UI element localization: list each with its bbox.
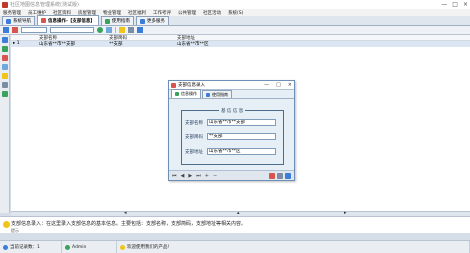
info-hint: 提示: [11, 228, 19, 233]
menu-item[interactable]: 公共管理: [178, 10, 196, 16]
row-number: ▸ 1: [13, 41, 20, 46]
prev-record-button[interactable]: ◀: [181, 173, 185, 179]
tab-info-operation[interactable]: 信息操作: [171, 89, 201, 98]
menu-item[interactable]: 系统(S): [228, 10, 243, 16]
edit-icon: [175, 92, 179, 96]
branch-address-input[interactable]: 山东省**市**区: [207, 148, 276, 155]
help-icon: [104, 18, 110, 24]
tab-info-operation[interactable]: 信息操作-【支部信息】: [37, 15, 99, 25]
first-record-button[interactable]: ⏮: [172, 173, 177, 179]
menu-item[interactable]: 工作考评: [153, 10, 171, 16]
field-label: 支部简码: [185, 134, 203, 140]
close-button[interactable]: ×: [463, 1, 468, 8]
search-input[interactable]: [50, 27, 94, 33]
menu-item[interactable]: 物业管理: [103, 10, 121, 16]
current-user: Admin: [62, 240, 117, 253]
lightbulb-icon: [3, 221, 10, 228]
field-branch-code: 支部简码 **支部: [185, 133, 276, 140]
smile-icon: [120, 244, 125, 250]
menu-item[interactable]: 社区活动: [203, 10, 221, 16]
dialog-icon: [171, 82, 176, 88]
window-title: 社区地图信息管理系统(测试版): [10, 2, 79, 8]
branch-entry-dialog: 支部信息录入 — □ × 信息操作 使用指南 基 信 信 息 支部名称 山东省*…: [168, 80, 295, 181]
table-row[interactable]: ▸ 1 山东省**市**支部 **支部 山东省**市**区: [11, 41, 470, 47]
remove-icon[interactable]: [1, 55, 8, 61]
last-record-button[interactable]: ⏭: [196, 173, 201, 179]
help-icon: [206, 92, 210, 97]
delete-icon[interactable]: [12, 27, 18, 33]
filter-combo[interactable]: [21, 27, 47, 33]
tab-user-guide[interactable]: 使用指南: [100, 16, 134, 25]
print-icon[interactable]: [277, 172, 283, 179]
minimize-button[interactable]: —: [441, 1, 447, 8]
info-text: 支部信息录入：在这里录入支部信息的基本信息。主要包括：支部名称，支部简码，支部地…: [11, 221, 247, 227]
delete-record-button[interactable]: −: [213, 173, 217, 179]
add-icon[interactable]: [1, 46, 8, 52]
branch-name-input[interactable]: 山东省**市**支部: [207, 119, 276, 126]
field-branch-address: 支部地址 山东省**市**区: [185, 148, 276, 155]
column-header[interactable]: 支部简码: [109, 35, 177, 41]
title-bar: 社区地图信息管理系统(测试版) — □ ×: [0, 0, 470, 9]
maximize-button[interactable]: □: [452, 1, 458, 8]
info-icon: [3, 244, 8, 250]
user-icon: [65, 244, 70, 250]
dialog-title: 支部信息录入: [178, 83, 205, 88]
record-count: 当前记录数：1: [0, 240, 62, 253]
settings-icon[interactable]: [137, 27, 143, 33]
field-label: 支部名称: [185, 120, 203, 126]
document-tabs: 系统导航 信息操作-【支部信息】 使用指南 更多服务: [0, 15, 470, 26]
chart-icon[interactable]: [1, 64, 8, 70]
tab-system-nav[interactable]: 系统导航: [2, 16, 35, 25]
print-icon[interactable]: [128, 27, 134, 33]
tab-more-services[interactable]: 更多服务: [135, 16, 169, 25]
cell-name: 山东省**市**支部: [39, 42, 75, 47]
toolbar-separator: [115, 27, 116, 33]
edit-icon[interactable]: [3, 27, 9, 33]
column-header[interactable]: [11, 35, 39, 40]
dialog-nav-bar: ⏮ ◀ ▶ ⏭ + −: [169, 170, 294, 180]
info-panel: 支部信息录入：在这里录入支部信息的基本信息。主要包括：支部名称，支部简码，支部地…: [0, 216, 470, 233]
column-header[interactable]: 支部名称: [39, 35, 109, 41]
tab-user-guide[interactable]: 使用指南: [202, 90, 232, 98]
next-record-button[interactable]: ▶: [188, 173, 192, 179]
user-icon[interactable]: [1, 91, 8, 97]
export-icon[interactable]: [119, 27, 125, 33]
status-bar: 当前记录数：1 Admin 欢迎使用我们的产品!: [0, 240, 470, 253]
branch-code-input[interactable]: **支部: [207, 133, 276, 140]
star-icon: [139, 18, 145, 24]
refresh-icon[interactable]: [106, 27, 112, 33]
cell-address: 山东省**市**区: [177, 42, 209, 47]
toolbar: [0, 26, 470, 35]
cell-code: **支部: [109, 42, 123, 47]
folder-icon[interactable]: [1, 73, 8, 79]
menu-item[interactable]: 服务管理: [3, 10, 21, 16]
save-icon[interactable]: [269, 172, 275, 179]
dialog-minimize-button[interactable]: —: [264, 82, 269, 88]
column-header[interactable]: 支部地址: [177, 35, 257, 41]
left-sidebar: [0, 35, 10, 213]
field-label: 支部地址: [185, 149, 203, 155]
app-icon: [2, 1, 8, 8]
document-icon: [41, 18, 46, 23]
list-icon[interactable]: [1, 37, 8, 43]
dialog-close-button[interactable]: ×: [288, 82, 292, 88]
status-message: 欢迎使用我们的产品!: [117, 240, 470, 253]
basic-info-group: 基 信 信 息 支部名称 山东省**市**支部 支部简码 **支部 支部地址 山…: [181, 108, 284, 165]
gear-icon[interactable]: [1, 82, 8, 88]
group-legend: 基 信 信 息: [219, 108, 246, 114]
add-record-button[interactable]: +: [205, 173, 209, 179]
search-icon[interactable]: [97, 27, 103, 33]
home-icon: [6, 18, 11, 24]
dialog-tabs: 信息操作 使用指南: [169, 89, 294, 99]
search-icon[interactable]: [285, 172, 291, 179]
field-branch-name: 支部名称 山东省**市**支部: [185, 119, 276, 126]
menu-item[interactable]: 社区福利: [128, 10, 146, 16]
dialog-maximize-button[interactable]: □: [276, 82, 281, 88]
